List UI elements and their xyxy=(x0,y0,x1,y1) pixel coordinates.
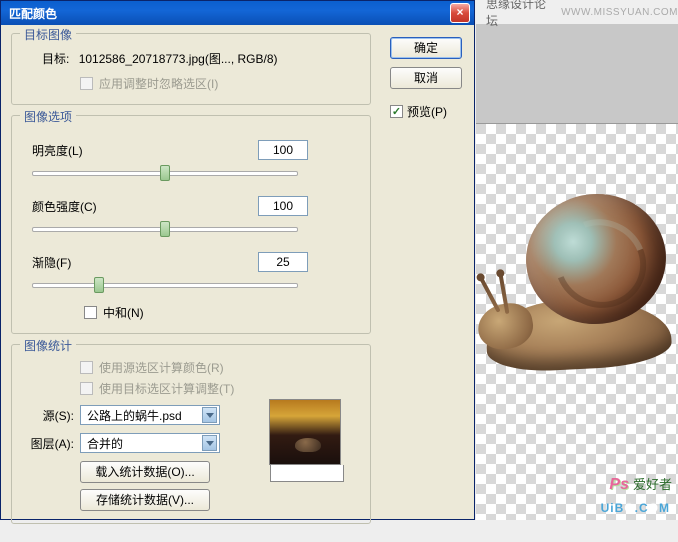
preview-checkbox[interactable] xyxy=(390,105,403,118)
watermark-domain: UiBO.COM xyxy=(460,492,670,518)
titlebar[interactable]: 匹配颜色 × xyxy=(1,1,474,25)
dialog-title: 匹配颜色 xyxy=(9,5,57,22)
canvas-margin xyxy=(476,24,678,124)
layer-dropdown[interactable]: 合并的 xyxy=(80,433,220,453)
source-label: 源(S): xyxy=(24,407,74,424)
layer-label: 图层(A): xyxy=(24,435,74,452)
fade-row: 渐隐(F) 25 xyxy=(24,252,358,272)
group-title-stats: 图像统计 xyxy=(20,337,76,354)
group-title-options: 图像选项 xyxy=(20,108,76,125)
luminance-value[interactable]: 100 xyxy=(258,140,308,160)
ignore-selection-label: 应用调整时忽略选区(I) xyxy=(99,75,218,92)
fade-slider[interactable] xyxy=(32,276,298,294)
use-source-sel-label: 使用源选区计算颜色(R) xyxy=(99,359,224,376)
watermark-ps-text: 爱好者 xyxy=(633,474,672,493)
intensity-slider[interactable] xyxy=(32,220,298,238)
save-stats-button[interactable]: 存储统计数据(V)... xyxy=(80,489,210,511)
use-source-sel-checkbox xyxy=(80,361,93,374)
group-title-target: 目标图像 xyxy=(20,26,76,43)
preview-label: 预览(P) xyxy=(407,103,447,120)
intensity-value[interactable]: 100 xyxy=(258,196,308,216)
site-banner: 思缘设计论坛 WWW.MISSYUAN.COM xyxy=(476,0,678,24)
fade-thumb[interactable] xyxy=(94,277,104,293)
fade-label: 渐隐(F) xyxy=(32,254,112,271)
target-label: 目标: xyxy=(42,52,69,66)
luminance-label: 明亮度(L) xyxy=(32,142,112,159)
luminance-thumb[interactable] xyxy=(160,165,170,181)
snail-image xyxy=(486,194,678,394)
match-color-dialog: 匹配颜色 × 目标图像 目标: 1012586_20718773.jpg(图..… xyxy=(0,0,475,520)
image-options-group: 图像选项 明亮度(L) 100 颜色强度(C) 100 渐隐(F) 25 xyxy=(11,115,371,334)
target-line: 目标: 1012586_20718773.jpg(图..., RGB/8) xyxy=(42,50,358,67)
use-target-sel-label: 使用目标选区计算调整(T) xyxy=(99,380,234,397)
ignore-selection-row: 应用调整时忽略选区(I) xyxy=(80,75,358,92)
preview-row: 预览(P) xyxy=(390,103,462,120)
ignore-selection-checkbox xyxy=(80,77,93,90)
use-target-sel-row: 使用目标选区计算调整(T) xyxy=(80,380,358,397)
target-image-group: 目标图像 目标: 1012586_20718773.jpg(图..., RGB/… xyxy=(11,33,371,105)
site-name: 思缘设计论坛 xyxy=(486,0,555,29)
neutralize-label: 中和(N) xyxy=(103,304,144,321)
dialog-side-buttons: 确定 取消 预览(P) xyxy=(390,37,462,120)
intensity-label: 颜色强度(C) xyxy=(32,198,112,215)
luminance-row: 明亮度(L) 100 xyxy=(24,140,358,160)
chevron-down-icon xyxy=(202,407,217,423)
neutralize-row: 中和(N) xyxy=(84,304,358,321)
site-url: WWW.MISSYUAN.COM xyxy=(561,7,678,18)
target-value: 1012586_20718773.jpg(图..., RGB/8) xyxy=(79,52,278,66)
luminance-slider[interactable] xyxy=(32,164,298,182)
right-panel: 思缘设计论坛 WWW.MISSYUAN.COM Ps 爱好者 xyxy=(476,0,678,520)
fade-value[interactable]: 25 xyxy=(258,252,308,272)
close-button[interactable]: × xyxy=(450,3,470,23)
watermark-ps: Ps 爱好者 xyxy=(609,474,672,494)
chevron-down-icon xyxy=(202,435,217,451)
source-dropdown[interactable]: 公路上的蜗牛.psd xyxy=(80,405,220,425)
ok-button[interactable]: 确定 xyxy=(390,37,462,59)
canvas-checker: Ps 爱好者 xyxy=(476,124,678,520)
use-source-sel-row: 使用源选区计算颜色(R) xyxy=(80,359,358,376)
intensity-thumb[interactable] xyxy=(160,221,170,237)
source-value: 公路上的蜗牛.psd xyxy=(87,407,182,424)
snail-tentacle xyxy=(479,277,500,312)
intensity-row: 颜色强度(C) 100 xyxy=(24,196,358,216)
use-target-sel-checkbox xyxy=(80,382,93,395)
cancel-button[interactable]: 取消 xyxy=(390,67,462,89)
source-thumbnail xyxy=(269,399,341,465)
neutralize-checkbox[interactable] xyxy=(84,306,97,319)
load-stats-button[interactable]: 载入统计数据(O)... xyxy=(80,461,210,483)
layer-value: 合并的 xyxy=(87,435,123,452)
